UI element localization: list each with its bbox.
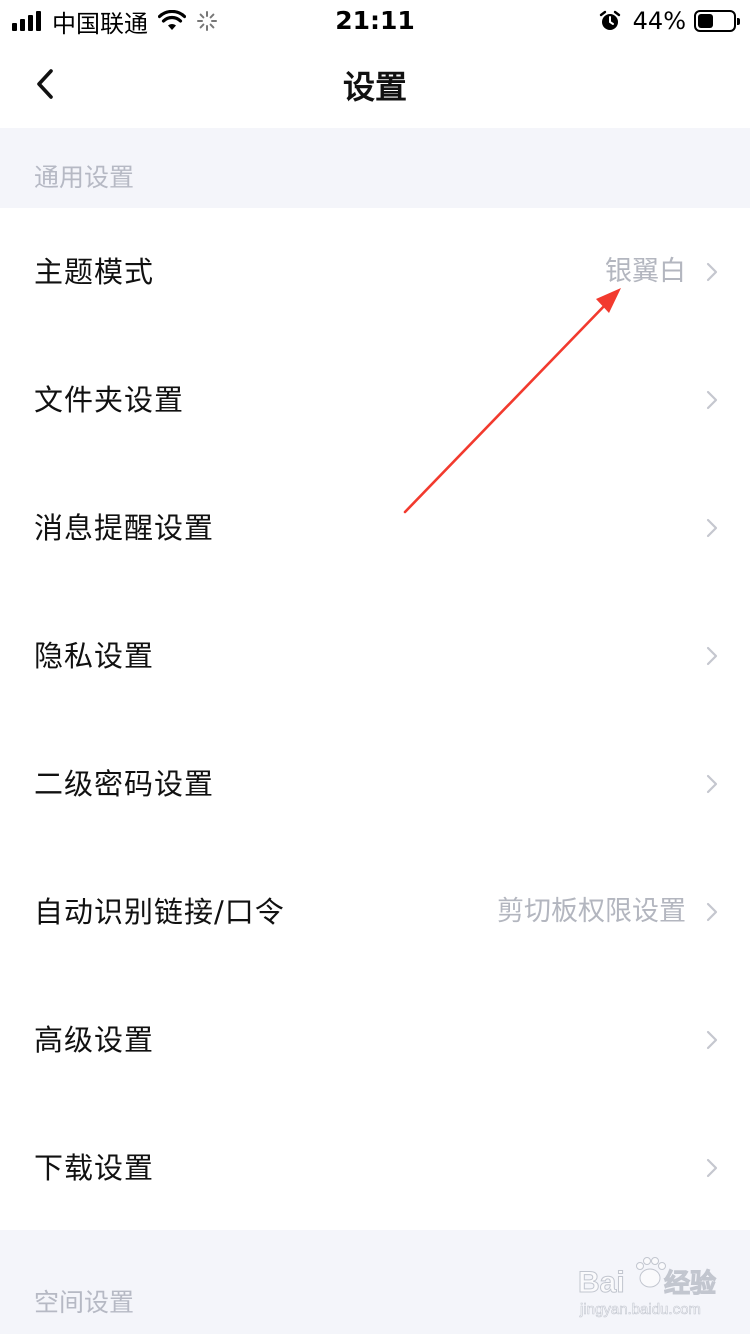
svg-text:Bai: Bai bbox=[578, 1266, 625, 1299]
settings-item-label: 高级设置 bbox=[34, 1023, 155, 1057]
settings-item-value: 剪切板权限设置 bbox=[497, 896, 686, 927]
settings-item-notifications[interactable]: 消息提醒设置 bbox=[0, 464, 750, 592]
chevron-right-icon bbox=[706, 1030, 718, 1050]
svg-text:jingyan.baidu.com: jingyan.baidu.com bbox=[579, 1301, 701, 1318]
settings-item-label: 主题模式 bbox=[34, 255, 155, 289]
chevron-right-icon bbox=[706, 774, 718, 794]
battery-percent: 44% bbox=[632, 7, 686, 35]
settings-item-label: 自动识别链接/口令 bbox=[34, 895, 285, 929]
settings-item-folder[interactable]: 文件夹设置 bbox=[0, 336, 750, 464]
chevron-right-icon bbox=[706, 518, 718, 538]
page-title: 设置 bbox=[342, 68, 407, 106]
battery-level bbox=[698, 14, 713, 28]
settings-item-advanced[interactable]: 高级设置 bbox=[0, 976, 750, 1104]
settings-item-auto-detect-links[interactable]: 自动识别链接/口令 剪切板权限设置 bbox=[0, 848, 750, 976]
settings-list: 主题模式 银翼白 文件夹设置 消息提醒设置 隐私设置 二级密码设置 自动识别链接… bbox=[0, 208, 750, 1230]
settings-item-secondary-password[interactable]: 二级密码设置 bbox=[0, 720, 750, 848]
settings-item-label: 二级密码设置 bbox=[34, 767, 215, 801]
status-bar: 中国联通 21:11 44% bbox=[0, 0, 750, 42]
baidu-jingyan-watermark: Bai 经验 jingyan.baidu.com bbox=[578, 1257, 717, 1318]
settings-item-value: 银翼白 bbox=[605, 256, 686, 287]
chevron-right-icon bbox=[706, 390, 718, 410]
battery-icon bbox=[694, 10, 740, 32]
nav-bar: 设置 bbox=[0, 42, 750, 128]
chevron-right-icon bbox=[706, 902, 718, 922]
section-header-general: 通用设置 bbox=[0, 128, 750, 208]
settings-item-download[interactable]: 下载设置 bbox=[0, 1104, 750, 1232]
svg-text:经验: 经验 bbox=[664, 1268, 716, 1298]
chevron-right-icon bbox=[706, 646, 718, 666]
chevron-right-icon bbox=[706, 262, 718, 282]
settings-item-label: 消息提醒设置 bbox=[34, 511, 215, 545]
settings-item-label: 隐私设置 bbox=[34, 639, 155, 673]
settings-item-label: 文件夹设置 bbox=[34, 383, 185, 417]
settings-item-label: 下载设置 bbox=[34, 1151, 155, 1185]
settings-item-theme-mode[interactable]: 主题模式 银翼白 bbox=[0, 208, 750, 336]
status-right: 44% bbox=[599, 7, 740, 35]
chevron-right-icon bbox=[706, 1158, 718, 1178]
settings-item-privacy[interactable]: 隐私设置 bbox=[0, 592, 750, 720]
alarm-icon bbox=[599, 10, 620, 30]
